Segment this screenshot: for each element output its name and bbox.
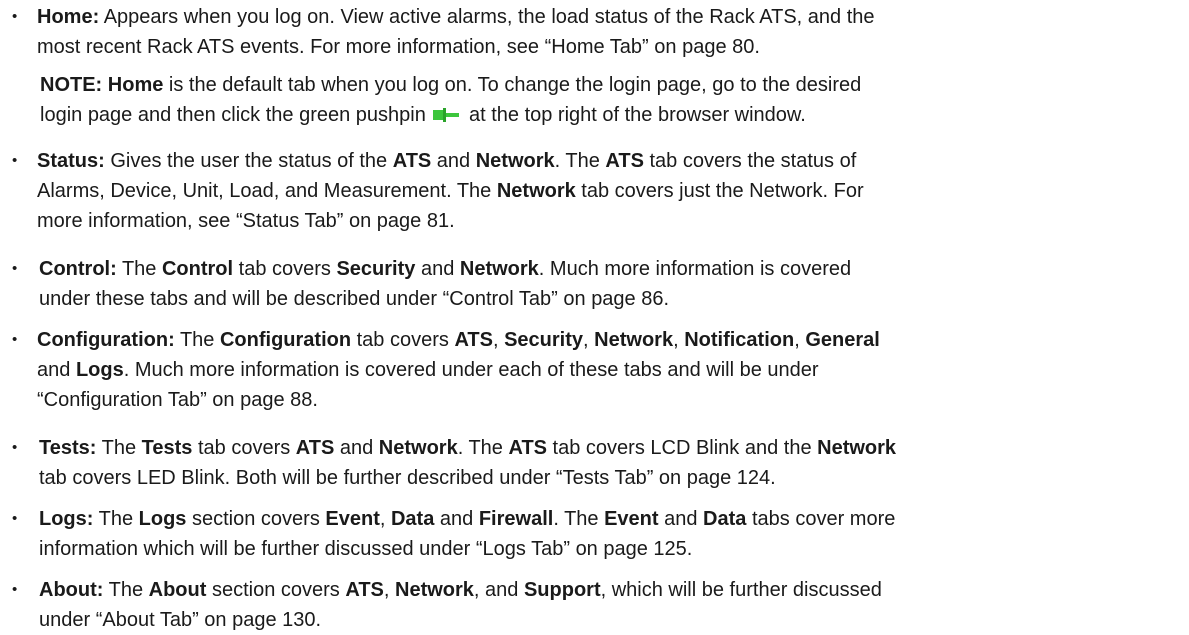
- list-item-text: Configuration: The Configuration tab cov…: [37, 329, 880, 411]
- bullet: •: [12, 581, 18, 598]
- list-item-text: Logs: The Logs section covers Event, Dat…: [39, 508, 896, 560]
- bullet: •: [12, 152, 18, 169]
- bullet: •: [12, 8, 18, 25]
- document-page: • Home: Appears when you log on. View ac…: [0, 0, 1189, 633]
- bullet: •: [12, 260, 18, 277]
- green-pushpin-icon: [433, 102, 461, 132]
- bullet: •: [12, 439, 18, 456]
- list-item-text: Home: Appears when you log on. View acti…: [37, 6, 875, 58]
- note-block: NOTE: Home is the default tab when you l…: [40, 70, 1181, 132]
- list-item-text: Control: The Control tab covers Security…: [39, 258, 852, 310]
- list-item-text: About: The About section covers ATS, Net…: [39, 579, 882, 631]
- bullet: •: [12, 331, 18, 348]
- bullet: •: [12, 510, 18, 527]
- list-item-text: Tests: The Tests tab covers ATS and Netw…: [39, 437, 897, 489]
- list-item-text: Status: Gives the user the status of the…: [37, 150, 864, 232]
